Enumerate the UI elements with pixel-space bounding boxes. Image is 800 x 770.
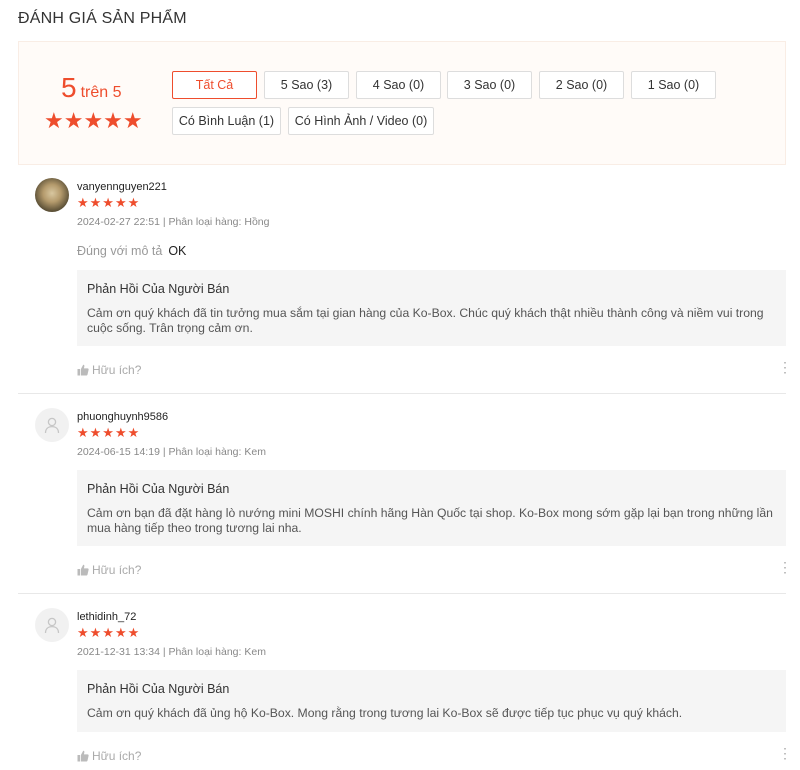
filter-4-star[interactable]: 4 Sao (0) <box>356 71 441 99</box>
review-stars: ★★★★★ <box>77 195 141 210</box>
review-stars: ★★★★★ <box>77 425 141 440</box>
avatar[interactable] <box>35 408 69 442</box>
divider <box>18 393 786 394</box>
helpful-label: Hữu ích? <box>92 563 142 577</box>
review-item: phuonghuynh9586 ★★★★★ 2024-06-15 14:19 |… <box>18 408 792 594</box>
seller-response: Phản Hồi Của Người Bán Cảm ơn bạn đã đặt… <box>77 470 786 546</box>
seller-response-text: Cảm ơn bạn đã đặt hàng lò nướng mini MOS… <box>87 506 773 535</box>
more-vertical-icon[interactable]: ⋮ <box>778 560 792 574</box>
review-attribute: Đúng với mô tả OK <box>77 244 186 258</box>
seller-response-title: Phản Hồi Của Người Bán <box>87 482 230 496</box>
helpful-button[interactable]: Hữu ích? <box>77 563 141 577</box>
filter-3-star[interactable]: 3 Sao (0) <box>447 71 532 99</box>
filter-1-star[interactable]: 1 Sao (0) <box>631 71 716 99</box>
divider <box>18 593 786 594</box>
filter-with-comment[interactable]: Có Bình Luận (1) <box>172 107 281 135</box>
attribute-value: OK <box>168 244 187 258</box>
more-vertical-icon[interactable]: ⋮ <box>778 360 792 374</box>
review-username[interactable]: lethidinh_72 <box>77 611 136 623</box>
more-vertical-icon[interactable]: ⋮ <box>778 746 792 760</box>
filter-2-star[interactable]: 2 Sao (0) <box>539 71 624 99</box>
avatar[interactable] <box>35 178 69 212</box>
filter-all[interactable]: Tất Cả <box>172 71 257 99</box>
thumbs-up-icon <box>77 564 89 576</box>
seller-response-title: Phản Hồi Của Người Bán <box>87 282 230 296</box>
review-meta: 2024-02-27 22:51 | Phân loại hàng: Hồng <box>77 216 270 228</box>
helpful-label: Hữu ích? <box>92 749 142 763</box>
review-username[interactable]: vanyennguyen221 <box>77 181 167 193</box>
section-title: ĐÁNH GIÁ SẢN PHẨM <box>18 10 187 27</box>
rating-score: 5 trên 5 <box>61 72 122 104</box>
review-meta: 2021-12-31 13:34 | Phân loại hàng: Kem <box>77 646 266 658</box>
rating-value: 5 <box>61 72 77 103</box>
user-icon <box>44 617 60 634</box>
seller-response: Phản Hồi Của Người Bán Cảm ơn quý khách … <box>77 670 786 732</box>
seller-response-text: Cảm ơn quý khách đã tin tưởng mua sắm tạ… <box>87 306 764 335</box>
seller-response-text: Cảm ơn quý khách đã ủng hộ Ko-Box. Mong … <box>87 706 683 720</box>
rating-overview: 5 trên 5 ★★★★★ Tất Cả 5 Sao (3) 4 Sao (0)… <box>18 41 786 165</box>
thumbs-up-icon <box>77 364 89 376</box>
helpful-button[interactable]: Hữu ích? <box>77 749 141 763</box>
attribute-label: Đúng với mô tả <box>77 244 163 258</box>
review-item: vanyennguyen221 ★★★★★ 2024-02-27 22:51 |… <box>18 178 792 394</box>
avatar[interactable] <box>35 608 69 642</box>
review-meta: 2024-06-15 14:19 | Phân loại hàng: Kem <box>77 446 266 458</box>
seller-response: Phản Hồi Của Người Bán Cảm ơn quý khách … <box>77 270 786 346</box>
rating-stars: ★★★★★ <box>44 108 143 133</box>
helpful-label: Hữu ích? <box>92 363 142 377</box>
helpful-button[interactable]: Hữu ích? <box>77 363 141 377</box>
review-stars: ★★★★★ <box>77 625 141 640</box>
filter-5-star[interactable]: 5 Sao (3) <box>264 71 349 99</box>
thumbs-up-icon <box>77 750 89 762</box>
filter-with-media[interactable]: Có Hình Ảnh / Video (0) <box>288 107 434 135</box>
rating-suffix: trên 5 <box>80 84 122 101</box>
review-item: lethidinh_72 ★★★★★ 2021-12-31 13:34 | Ph… <box>18 608 792 770</box>
review-username[interactable]: phuonghuynh9586 <box>77 411 168 423</box>
user-icon <box>44 417 60 434</box>
seller-response-title: Phản Hồi Của Người Bán <box>87 682 230 696</box>
